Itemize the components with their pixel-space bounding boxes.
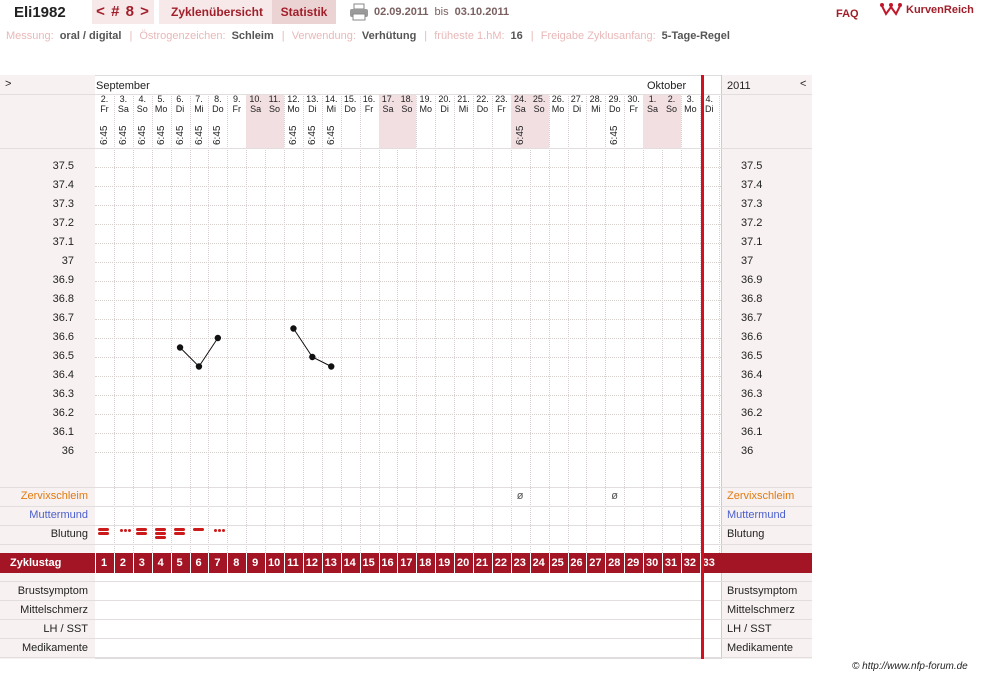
temperature-point[interactable] — [214, 334, 222, 342]
temperature-line — [179, 337, 219, 368]
temperature-point[interactable] — [290, 325, 297, 332]
temperature-line — [293, 328, 332, 367]
copyright: © http://www.nfp-forum.de — [852, 661, 968, 672]
current-day-marker — [701, 75, 704, 659]
temperature-point[interactable] — [195, 363, 203, 370]
temperature-point[interactable] — [309, 353, 316, 361]
temperature-curve — [176, 325, 335, 370]
temperature-point[interactable] — [328, 363, 335, 370]
temperature-point[interactable] — [176, 344, 184, 351]
